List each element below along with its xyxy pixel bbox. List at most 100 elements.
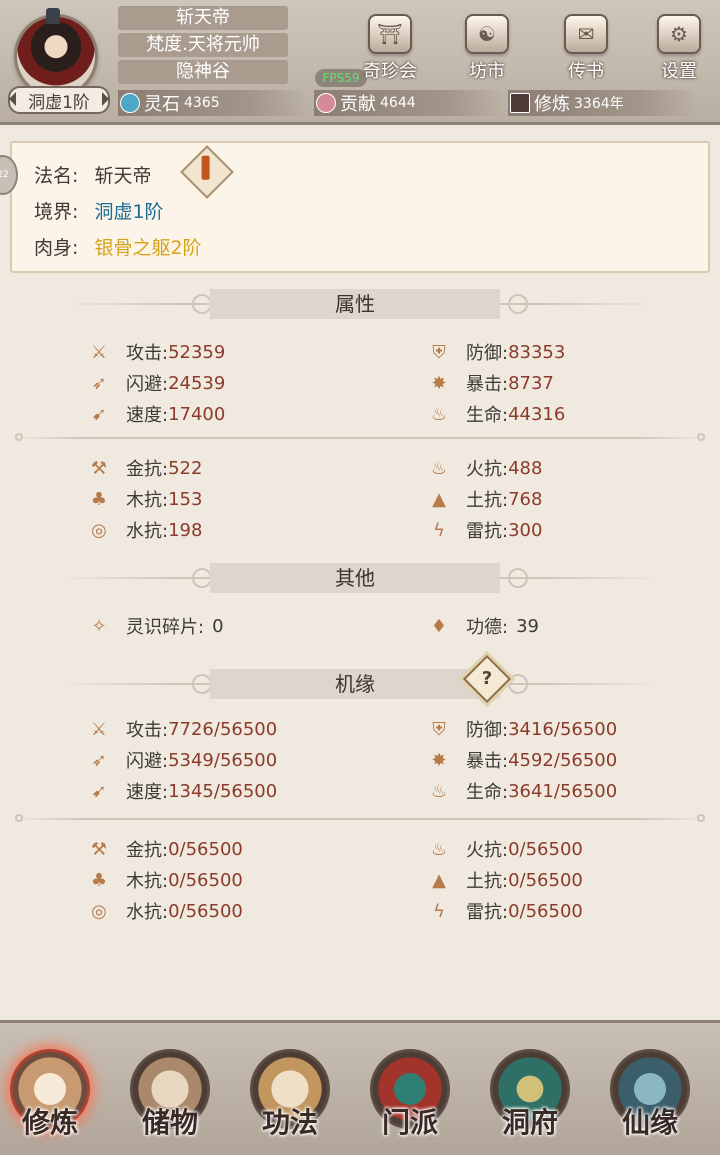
attributes-title: 属性 <box>335 292 375 316</box>
thunder-resist-icon: ϟ <box>433 900 445 922</box>
nav-storage[interactable]: 储物 <box>120 1049 220 1153</box>
resource-value: 4365 <box>184 95 220 111</box>
resource-value: 4644 <box>380 95 416 111</box>
stat-value: 17400 <box>168 403 226 425</box>
wood-resist-icon: ♣ <box>90 869 108 891</box>
market-button[interactable]: ☯ 坊市 <box>455 14 519 82</box>
nav-technique[interactable]: 功法 <box>240 1049 340 1153</box>
nav-label: 修炼 <box>21 1106 78 1139</box>
fortune-title: 机缘 <box>335 672 375 696</box>
rename-button[interactable] <box>180 145 234 199</box>
stat-label: 闪避: <box>126 751 169 772</box>
dharma-name-label: 法名: <box>34 165 79 187</box>
stat-row: ⛨ 防御: 3416/56500 <box>428 716 617 742</box>
shield-defense-icon: ⛨ <box>432 718 446 740</box>
avatar-frame[interactable] <box>8 8 104 98</box>
spirit-stone-icon <box>120 93 140 113</box>
stat-label: 木抗: <box>126 490 169 511</box>
stat-row: ⚒ 金抗: 0/56500 <box>88 836 243 862</box>
stat-label: 雷抗: <box>466 521 509 542</box>
scroll-ornament-icon <box>192 294 212 314</box>
stat-label: 金抗: <box>126 840 169 861</box>
other-header: 其他 <box>60 563 660 593</box>
resource-contribution: 贡献 4644 <box>314 90 504 116</box>
brush-icon <box>201 155 210 180</box>
water-resist-icon: ◎ <box>91 900 107 922</box>
resource-label: 贡献 <box>340 94 376 115</box>
stat-value: 522 <box>168 457 203 479</box>
stat-row: ♣ 木抗: 153 <box>88 486 203 512</box>
character-name: 斩天帝 <box>118 6 288 30</box>
treasure-hall-icon: ⛩ <box>368 14 412 54</box>
stat-label: 土抗: <box>466 490 509 511</box>
stat-row: ♨ 火抗: 488 <box>428 455 543 481</box>
stat-label: 木抗: <box>126 871 169 892</box>
realm-row: 境界: 洞虚1阶 <box>34 197 164 224</box>
speed-icon: ➹ <box>91 403 107 425</box>
contribution-icon <box>316 93 336 113</box>
stat-row: ⚔ 攻击: 7726/56500 <box>88 716 277 742</box>
stat-label: 火抗: <box>466 459 509 480</box>
stat-value: 44316 <box>508 403 566 425</box>
realm-badge: 洞虚1阶 <box>8 86 110 114</box>
earth-resist-icon: ▲ <box>432 488 446 510</box>
stat-label: 暴击: <box>466 751 509 772</box>
sword-attack-icon: ⚔ <box>90 341 108 363</box>
avatar-topper-icon <box>46 8 60 24</box>
realm-value: 洞虚1阶 <box>94 201 164 223</box>
stat-row: ♨ 火抗: 0/56500 <box>428 836 583 862</box>
stat-row: ➶ 闪避: 5349/56500 <box>88 747 277 773</box>
letters-button[interactable]: ✉ 传书 <box>554 14 618 82</box>
stat-label: 火抗: <box>466 840 509 861</box>
character-title: 梵度.天将元帅 <box>118 33 288 57</box>
stat-label: 金抗: <box>126 459 169 480</box>
stat-row: ✸ 暴击: 4592/56500 <box>428 747 617 773</box>
stat-value: 0 <box>212 615 224 637</box>
scroll-ornament-icon <box>508 294 528 314</box>
stat-value: 39 <box>516 615 539 637</box>
stat-label: 速度: <box>126 782 169 803</box>
market-icon: ☯ <box>465 14 509 54</box>
earth-resist-icon: ▲ <box>432 869 446 891</box>
cultivation-hat-icon <box>510 93 530 113</box>
merit-icon: ♦ <box>430 615 448 637</box>
stat-value: 0/56500 <box>508 900 583 922</box>
stat-value: 488 <box>508 457 543 479</box>
stat-row: ▲ 土抗: 0/56500 <box>428 867 583 893</box>
stat-label: 水抗: <box>126 521 169 542</box>
critical-icon: ✸ <box>431 749 447 771</box>
gear-icon: ⚙ <box>657 14 701 54</box>
stat-value: 198 <box>168 519 203 541</box>
stat-row: ◎ 水抗: 0/56500 <box>88 898 243 924</box>
stat-value: 0/56500 <box>508 838 583 860</box>
nav-label: 洞府 <box>501 1106 558 1139</box>
stat-row: ♨ 生命: 3641/56500 <box>428 778 617 804</box>
resource-spirit-stone: 灵石 4365 <box>118 90 308 116</box>
scroll-ornament-icon <box>508 674 528 694</box>
nav-sect[interactable]: 门派 <box>360 1049 460 1153</box>
spirit-fragment-icon: ✧ <box>91 615 107 637</box>
stat-value: 5349/56500 <box>168 749 278 771</box>
body-row: 肉身: 银骨之躯2阶 <box>34 233 202 260</box>
dharma-name-row: 法名: 斩天帝 <box>34 161 151 188</box>
nav-immortal-fate[interactable]: 仙缘 <box>600 1049 700 1153</box>
stat-row: ⛨ 防御: 83353 <box>428 339 565 365</box>
fire-resist-icon: ♨ <box>430 838 448 860</box>
nav-cave[interactable]: 洞府 <box>480 1049 580 1153</box>
body-value: 银骨之躯2阶 <box>94 237 202 259</box>
question-icon: ? <box>481 668 493 689</box>
dharma-name-value: 斩天帝 <box>94 165 152 187</box>
speed-icon: ➹ <box>91 780 107 802</box>
stat-value: 768 <box>508 488 543 510</box>
market-label: 坊市 <box>469 61 505 82</box>
top-bar: 洞虚1阶 斩天帝 梵度.天将元帅 隐神谷 FPS59 ⛩ 奇珍会 ☯ 坊市 ✉ … <box>0 0 720 125</box>
treasure-hall-button[interactable]: ⛩ 奇珍会 <box>358 14 422 82</box>
stat-row: ♣ 木抗: 0/56500 <box>88 867 243 893</box>
nav-cultivate[interactable]: 修炼 <box>0 1049 100 1153</box>
dodge-icon: ➶ <box>91 749 107 771</box>
nav-label: 储物 <box>141 1106 198 1139</box>
scroll-ornament-icon <box>192 674 212 694</box>
settings-button[interactable]: ⚙ 设置 <box>647 14 711 82</box>
attributes-header: 属性 <box>60 289 660 319</box>
stat-value: 7726/56500 <box>168 718 278 740</box>
